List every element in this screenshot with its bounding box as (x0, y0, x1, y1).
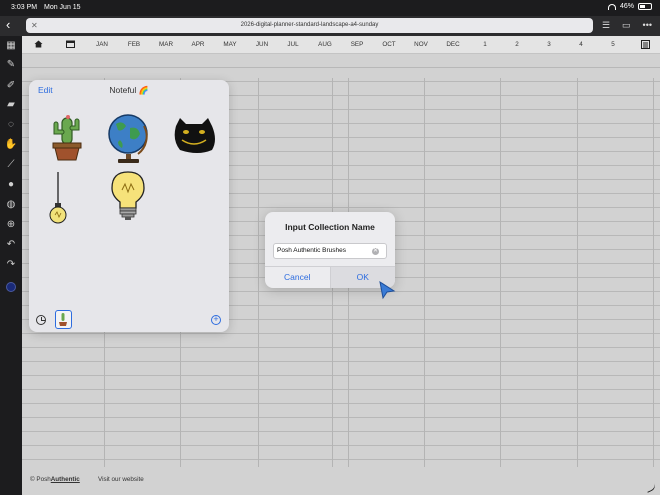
sticker-panel: Edit Noteful 🌈 + (29, 80, 229, 332)
brand-credit: © PoshAuthentic (30, 476, 80, 483)
tab-month[interactable]: FEB (120, 36, 148, 54)
cactus-thumb-icon (59, 313, 67, 326)
collection-thumbnail-selected[interactable] (55, 310, 72, 329)
add-collection-icon[interactable]: + (211, 315, 221, 325)
tab-month[interactable]: MAY (216, 36, 244, 54)
column-divider (424, 78, 425, 468)
tab-month[interactable]: APR (184, 36, 212, 54)
document-title-bar[interactable]: ✕ 2026-digital-planner-standard-landscap… (26, 18, 593, 33)
eyedropper-icon[interactable]: ⟋ (4, 158, 18, 172)
column-divider (500, 78, 501, 468)
more-icon[interactable]: ••• (643, 20, 652, 31)
add-icon[interactable]: ⊕ (4, 218, 18, 232)
hand-icon[interactable]: ✋ (4, 138, 18, 152)
status-date: Mon Jun 15 (44, 4, 81, 11)
planner-footer: © PoshAuthentic Visit our website (22, 467, 660, 495)
lightbulb-sticker[interactable] (102, 168, 158, 224)
home-icon[interactable] (24, 36, 52, 54)
planner-tab-bar: JAN FEB MAR APR MAY JUN JUL AUG SEP OCT … (22, 36, 660, 54)
globe-sticker[interactable] (102, 110, 158, 166)
battery-icon (638, 3, 652, 10)
column-divider (258, 78, 259, 468)
list-icon[interactable]: ☰ (602, 20, 610, 31)
cancel-button[interactable]: Cancel (265, 267, 331, 288)
tab-month[interactable]: JUN (248, 36, 276, 54)
tab-month[interactable]: JUL (279, 36, 307, 54)
tab-week[interactable]: 4 (567, 36, 595, 54)
clear-input-icon[interactable]: ✕ (372, 248, 379, 255)
top-bar: ‹ ✕ 2026-digital-planner-standard-landsc… (0, 16, 660, 36)
collection-name-value: Posh Authentic Brushes (277, 247, 347, 254)
tab-month[interactable]: OCT (375, 36, 403, 54)
tab-week[interactable]: 2 (503, 36, 531, 54)
black-cat-sticker[interactable] (168, 110, 224, 166)
grid-icon[interactable]: ▦ (4, 39, 18, 53)
status-time: 3:03 PM (11, 4, 38, 11)
tab-month[interactable]: JAN (88, 36, 116, 54)
back-icon[interactable]: ‹ (6, 17, 18, 32)
website-link[interactable]: Visit our website (98, 476, 144, 483)
palette-icon[interactable]: ◍ (4, 198, 18, 212)
page-view-icon[interactable]: ▭ (622, 20, 631, 31)
color-swatch[interactable] (6, 282, 16, 292)
status-bar: 3:03 PM Mon Jun 15 46% (0, 0, 660, 16)
panel-title: Noteful 🌈 (109, 85, 149, 95)
tab-month[interactable]: SEP (343, 36, 371, 54)
tab-month[interactable]: AUG (311, 36, 339, 54)
tab-week[interactable]: 1 (471, 36, 499, 54)
calendar-icon[interactable] (56, 36, 84, 54)
panel-footer: + (29, 308, 229, 332)
wifi-icon (607, 3, 616, 10)
column-divider (653, 78, 654, 468)
tab-week[interactable]: 3 (535, 36, 563, 54)
cactus-sticker[interactable] (38, 110, 94, 166)
document-title: 2026-digital-planner-standard-landscape-… (240, 22, 379, 28)
rainbow-emoji: 🌈 (138, 86, 149, 95)
tool-rail: ▦ ✎ ✐ ▰ ◌ ✋ ⟋ ● ◍ ⊕ ↶ ↷ (0, 36, 22, 495)
hanging-bulb-sticker[interactable] (38, 170, 94, 226)
eraser-icon[interactable]: ▰ (4, 98, 18, 112)
pen-icon[interactable]: ✎ (4, 58, 18, 72)
brush-icon[interactable]: ✐ (4, 79, 18, 93)
tab-month[interactable]: MAR (152, 36, 180, 54)
close-icon[interactable]: ✕ (31, 18, 38, 33)
recent-clock-icon[interactable] (36, 315, 46, 325)
pointer-cursor-icon (379, 280, 396, 300)
collection-name-input[interactable]: Posh Authentic Brushes ✕ (273, 243, 387, 259)
tab-month[interactable]: DEC (439, 36, 467, 54)
microphone-icon[interactable]: ● (4, 178, 18, 192)
lasso-icon[interactable]: ◌ (4, 118, 18, 132)
battery-percent: 46% (619, 3, 634, 10)
notes-icon[interactable] (631, 36, 659, 54)
tab-week[interactable]: 5 (599, 36, 627, 54)
dialog-title: Input Collection Name (285, 222, 375, 232)
page-curl-icon (645, 483, 657, 493)
brand-name: Authentic (50, 476, 80, 483)
column-divider (577, 78, 578, 468)
redo-icon[interactable]: ↷ (4, 258, 18, 272)
tab-month[interactable]: NOV (407, 36, 435, 54)
input-collection-dialog: Input Collection Name Posh Authentic Bru… (265, 212, 395, 288)
undo-icon[interactable]: ↶ (4, 238, 18, 252)
